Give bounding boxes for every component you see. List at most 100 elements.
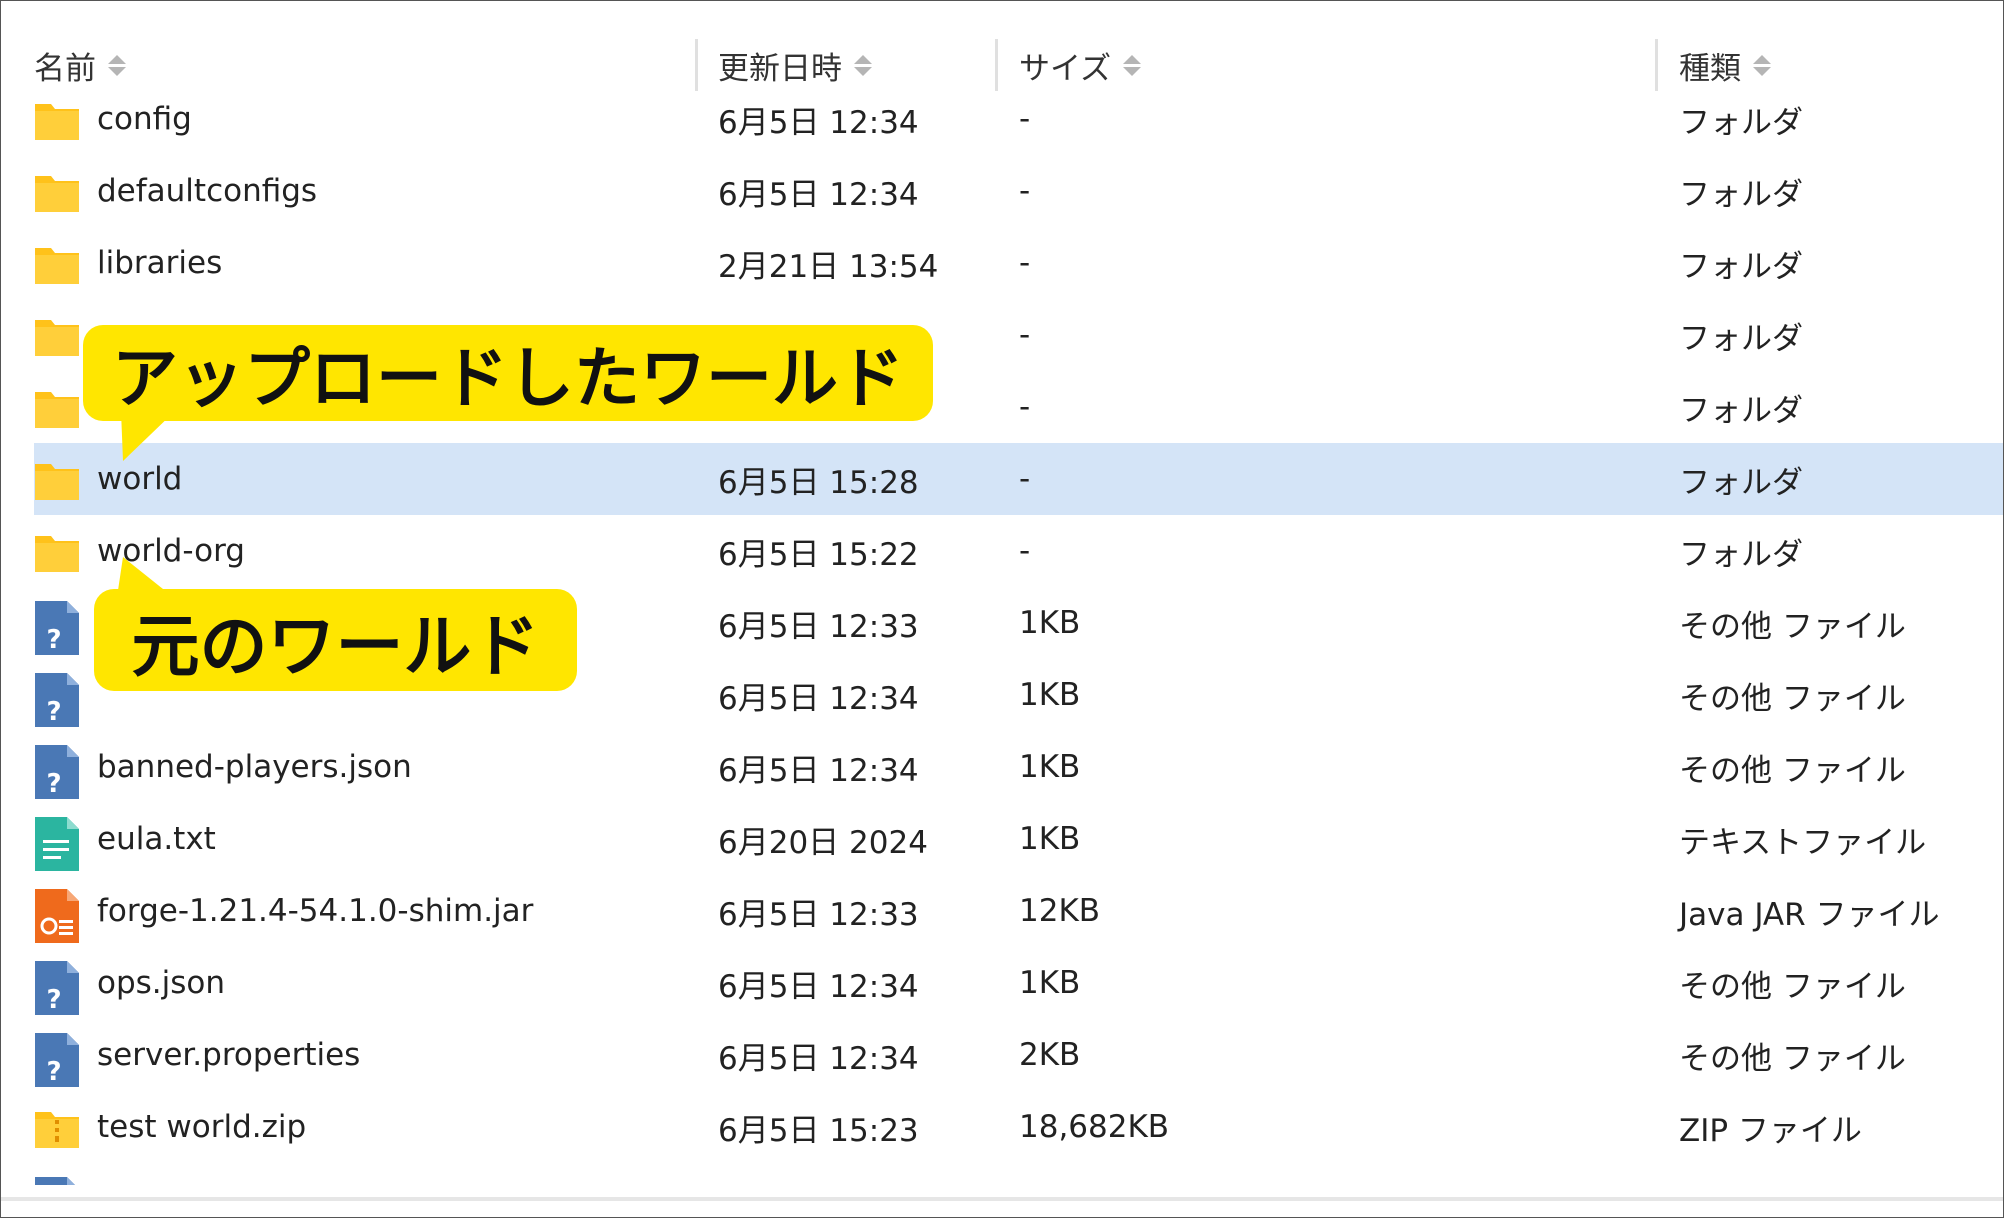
file-type: その他 ファイル	[1679, 608, 1906, 645]
file-row[interactable]: eula.txt 6月20日 2024 1KB テキストファイル	[1, 803, 2003, 875]
sort-icon	[1753, 54, 1771, 76]
text-file-icon	[34, 816, 80, 871]
file-modified-date: 6月5日 15:22	[718, 536, 919, 573]
file-size: -	[1019, 173, 1031, 209]
file-modified-date: 6月5日 12:34	[718, 176, 919, 213]
file-size: 12KB	[1019, 893, 1101, 929]
folder-icon	[34, 384, 80, 430]
file-size: 1KB	[1019, 749, 1081, 785]
column-header-name-label: 名前	[34, 50, 96, 87]
file-name: forge-1.21.4-54.1.0-shim.jar	[97, 893, 534, 929]
file-modified-date: 6月5日 15:23	[718, 1112, 919, 1149]
horizontal-scrollbar[interactable]	[1, 1197, 2003, 1201]
callout-original-world-text: 元のワールド	[131, 607, 540, 687]
column-header-type-label: 種類	[1679, 50, 1741, 87]
file-modified-date: 6月20日 2024	[718, 824, 928, 861]
file-modified-date: 6月5日 15:28	[718, 464, 919, 501]
file-row[interactable]: libraries 2月21日 13:54 - フォルダ	[1, 227, 2003, 299]
svg-text:?: ?	[46, 1057, 61, 1087]
file-row[interactable]: test world.zip 6月5日 15:23 18,682KB ZIP ファイル	[1, 1091, 2003, 1163]
file-name: defaultconfigs	[97, 173, 318, 209]
file-type: その他 ファイル	[1679, 1040, 1906, 1077]
file-type: ZIP ファイル	[1679, 1112, 1862, 1149]
file-size: -	[1019, 317, 1031, 353]
file-modified-date: 2月21日 13:54	[718, 248, 939, 285]
file-size: -	[1019, 245, 1031, 281]
unknown-file-icon: ?	[34, 600, 80, 655]
folder-icon	[34, 312, 80, 358]
file-size: -	[1019, 101, 1031, 137]
file-row[interactable]: ? ops.json 6月5日 12:34 1KB その他 ファイル	[1, 947, 2003, 1019]
svg-text:?: ?	[46, 697, 61, 727]
zip-file-icon	[34, 1104, 80, 1150]
callout-uploaded-world: アップロードしたワールド	[83, 325, 933, 421]
sort-icon	[854, 54, 872, 76]
file-modified-date: 6月5日 12:34	[718, 680, 919, 717]
file-size: -	[1019, 461, 1031, 497]
unknown-file-icon: ?	[34, 960, 80, 1015]
file-size: -	[1019, 533, 1031, 569]
file-row[interactable]: defaultconfigs 6月5日 12:34 - フォルダ	[1, 155, 2003, 227]
file-name: banned-players.json	[97, 749, 412, 785]
file-name: eula.txt	[97, 821, 216, 857]
file-name: libraries	[97, 245, 223, 281]
file-type: フォルダ	[1679, 320, 1803, 357]
file-name: test world.zip	[97, 1109, 307, 1145]
file-row[interactable]: world-org 6月5日 15:22- フォルダ	[1, 515, 2003, 587]
column-header-size-label: サイズ	[1019, 50, 1112, 87]
file-row[interactable]: ? server.properties 6月5日 12:34 2KB その他 ファイル	[1, 1019, 2003, 1091]
file-type: フォルダ	[1679, 464, 1803, 501]
file-type: フォルダ	[1679, 536, 1803, 573]
folder-icon	[34, 240, 80, 286]
jar-file-icon	[34, 888, 80, 943]
callout-uploaded-world-text: アップロードしたワールド	[112, 340, 904, 417]
file-size: 1KB	[1019, 605, 1081, 641]
file-modified-date: 6月5日 12:33	[718, 896, 919, 933]
folder-icon	[34, 168, 80, 214]
file-size: 1KB	[1019, 821, 1081, 857]
callout-original-world: 元のワールド	[94, 589, 577, 691]
svg-text:?: ?	[46, 985, 61, 1015]
file-type: フォルダ	[1679, 392, 1803, 429]
file-modified-date: 6月5日 12:33	[718, 608, 919, 645]
file-size: 18,682KB	[1019, 1109, 1170, 1145]
file-modified-date: 6月5日 12:34	[718, 752, 919, 789]
file-row[interactable]: ?	[1, 1163, 2003, 1185]
unknown-file-icon: ?	[34, 744, 80, 799]
file-size: 2KB	[1019, 1037, 1081, 1073]
unknown-file-icon: ?	[34, 1176, 80, 1185]
folder-icon	[34, 528, 80, 574]
file-type: フォルダ	[1679, 248, 1803, 285]
file-row[interactable]: ? banned-players.json 6月5日 12:34 1KB その他 ファイ…	[1, 731, 2003, 803]
file-type: フォルダ	[1679, 104, 1803, 141]
file-type: その他 ファイル	[1679, 752, 1906, 789]
file-modified-date: 6月5日 12:34	[718, 968, 919, 1005]
file-name: server.properties	[97, 1037, 361, 1073]
file-row[interactable]: forge-1.21.4-54.1.0-shim.jar 6月5日 12:33 12…	[1, 875, 2003, 947]
file-type: テキストファイル	[1679, 824, 1927, 861]
file-size: 1KB	[1019, 965, 1081, 1001]
unknown-file-icon: ?	[34, 672, 80, 727]
sort-icon	[108, 54, 126, 76]
file-row[interactable]: config 6月5日 12:34 - フォルダ	[1, 83, 2003, 155]
file-row[interactable]: world 6月5日 15:28- フォルダ	[34, 443, 2003, 515]
callout-pointer	[121, 411, 175, 461]
file-size: 1KB	[1019, 677, 1081, 713]
file-type: フォルダ	[1679, 176, 1803, 213]
file-type: Java JAR ファイル	[1679, 896, 1940, 933]
file-modified-date: 6月5日 12:34	[718, 1040, 919, 1077]
file-size: -	[1019, 389, 1031, 425]
folder-icon	[34, 96, 80, 142]
file-name: ops.json	[97, 965, 226, 1001]
file-name: config	[97, 101, 192, 137]
callout-pointer	[117, 557, 173, 597]
svg-text:?: ?	[46, 769, 61, 799]
file-type: その他 ファイル	[1679, 680, 1906, 717]
file-browser-window: 名前 更新日時 サイズ 種類 config 6月5日 12:34- フォルダ defa…	[0, 0, 2004, 1218]
file-modified-date: 6月5日 12:34	[718, 104, 919, 141]
column-header-date-label: 更新日時	[718, 50, 842, 87]
file-type: その他 ファイル	[1679, 968, 1906, 1005]
sort-icon	[1123, 54, 1142, 76]
folder-icon	[34, 456, 80, 502]
unknown-file-icon: ?	[34, 1032, 80, 1087]
